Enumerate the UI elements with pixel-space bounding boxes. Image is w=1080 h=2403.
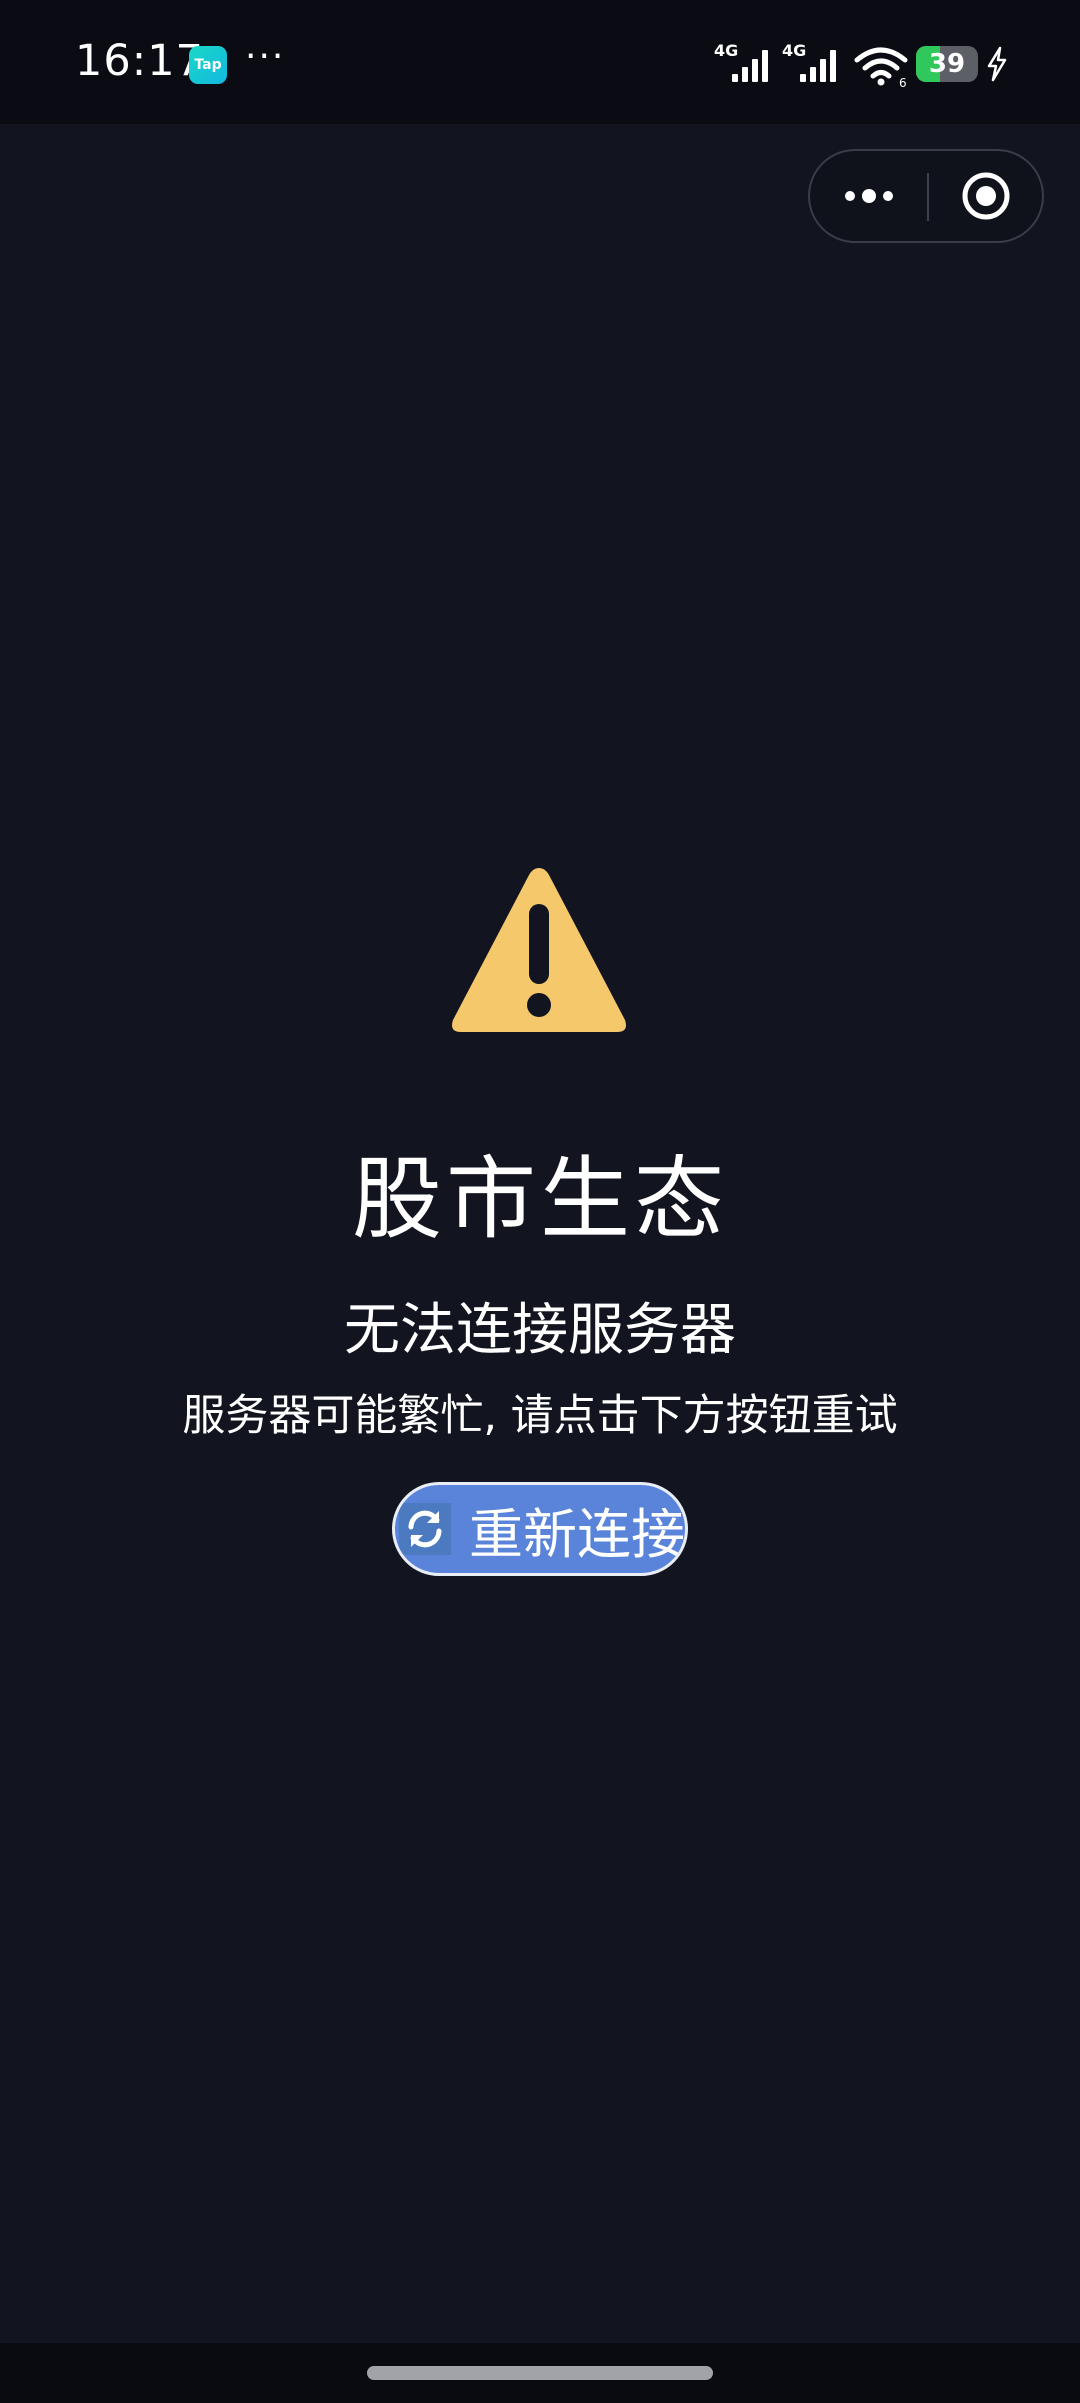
close-button[interactable]: [929, 151, 1042, 241]
tap-app-icon: Tap: [189, 46, 227, 84]
svg-text:6: 6: [899, 76, 907, 88]
network-type-2: 4G: [782, 41, 806, 60]
reconnect-label: 重新连接: [469, 1502, 685, 1566]
error-description: 服务器可能繁忙, 请点击下方按钮重试: [182, 1391, 898, 1441]
more-notifications-indicator: ···: [245, 36, 286, 77]
error-title: 无法连接服务器: [344, 1298, 736, 1363]
warning-icon: [452, 868, 626, 1032]
battery-level: 39: [928, 49, 966, 79]
charging-icon: [987, 46, 1007, 82]
mini-program-capsule: [808, 149, 1044, 243]
more-button[interactable]: [810, 151, 927, 241]
reconnect-button[interactable]: 重新连接: [392, 1482, 688, 1576]
status-bar: 16:17 Tap ··· 4G 4G 6 39: [0, 0, 1080, 124]
close-target-icon: [962, 172, 1009, 220]
home-indicator[interactable]: [367, 2366, 713, 2380]
battery-icon: 39: [916, 46, 978, 82]
signal-icon: 4G: [714, 41, 768, 82]
network-type-1: 4G: [714, 41, 738, 60]
app-title: 股市生态: [352, 1147, 728, 1252]
signal-icon: 4G: [782, 41, 836, 82]
more-icon: [844, 189, 893, 203]
wifi-icon: 6: [854, 47, 908, 88]
refresh-icon: [399, 1503, 451, 1555]
status-time: 16:17: [75, 36, 204, 86]
